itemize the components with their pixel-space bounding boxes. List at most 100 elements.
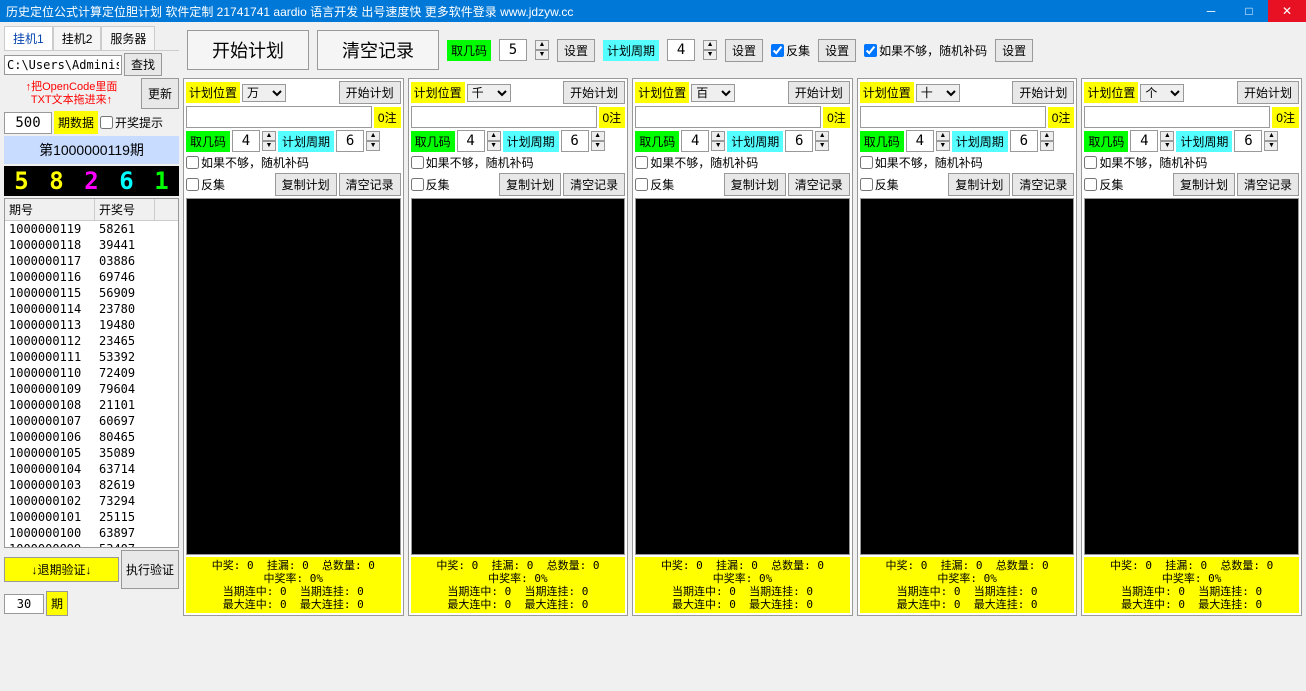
copy-plan-button[interactable]: 复制计划 bbox=[724, 173, 786, 196]
panel-randomfill-checkbox[interactable]: 如果不够，随机补码 bbox=[635, 154, 850, 171]
table-row[interactable]: 100000010125115 bbox=[5, 509, 178, 525]
copy-plan-button[interactable]: 复制计划 bbox=[948, 173, 1010, 196]
table-row[interactable]: 100000010979604 bbox=[5, 381, 178, 397]
table-row[interactable]: 100000010463714 bbox=[5, 461, 178, 477]
panel-input[interactable] bbox=[860, 106, 1046, 128]
panel-start-button[interactable]: 开始计划 bbox=[339, 81, 401, 104]
panel-log[interactable] bbox=[411, 198, 626, 555]
table-row[interactable]: 100000011839441 bbox=[5, 237, 178, 253]
spin-down[interactable]: ▼ bbox=[703, 50, 717, 60]
copy-plan-button[interactable]: 复制计划 bbox=[275, 173, 337, 196]
panel-quncode-input[interactable] bbox=[232, 130, 260, 152]
panel-quncode-input[interactable] bbox=[1130, 130, 1158, 152]
spin-up[interactable]: ▲ bbox=[535, 40, 549, 50]
panel-randomfill-checkbox[interactable]: 如果不够，随机补码 bbox=[186, 154, 401, 171]
panel-input[interactable] bbox=[186, 106, 372, 128]
panel-pp-input[interactable] bbox=[1234, 130, 1262, 152]
panel-clear-button[interactable]: 清空记录 bbox=[1012, 173, 1074, 196]
panel-pp-input[interactable] bbox=[336, 130, 364, 152]
panel-clear-button[interactable]: 清空记录 bbox=[339, 173, 401, 196]
tab-gj1[interactable]: 挂机1 bbox=[4, 26, 53, 50]
panel-pp-input[interactable] bbox=[561, 130, 589, 152]
clear-log-button[interactable]: 清空记录 bbox=[317, 30, 439, 70]
table-row[interactable]: 100000010382619 bbox=[5, 477, 178, 493]
panel-pp-input[interactable] bbox=[785, 130, 813, 152]
num30-input[interactable] bbox=[4, 594, 44, 614]
copy-plan-button[interactable]: 复制计划 bbox=[499, 173, 561, 196]
num500-input[interactable] bbox=[4, 112, 52, 134]
panel-input[interactable] bbox=[635, 106, 821, 128]
panel-clear-button[interactable]: 清空记录 bbox=[1237, 173, 1299, 196]
table-row[interactable]: 100000010535089 bbox=[5, 445, 178, 461]
table-row[interactable]: 100000011319480 bbox=[5, 317, 178, 333]
set-button-3[interactable]: 设置 bbox=[818, 39, 856, 62]
update-button[interactable]: 更新 bbox=[141, 78, 179, 109]
panel-clear-button[interactable]: 清空记录 bbox=[563, 173, 625, 196]
panel-quncode-input[interactable] bbox=[906, 130, 934, 152]
table-row[interactable]: 100000011556909 bbox=[5, 285, 178, 301]
panel-randomfill-checkbox[interactable]: 如果不够，随机补码 bbox=[860, 154, 1075, 171]
history-grid[interactable]: 期号 开奖号 100000011958261100000011839441100… bbox=[4, 198, 179, 548]
find-button[interactable]: 查找 bbox=[124, 53, 162, 76]
start-plan-button[interactable]: 开始计划 bbox=[187, 30, 309, 70]
panel-fanji-checkbox[interactable]: 反集 bbox=[411, 176, 450, 193]
panel-start-button[interactable]: 开始计划 bbox=[788, 81, 850, 104]
panel-clear-button[interactable]: 清空记录 bbox=[788, 173, 850, 196]
tab-server[interactable]: 服务器 bbox=[101, 26, 155, 50]
pos-select[interactable]: 千 bbox=[467, 84, 511, 102]
panel-input[interactable] bbox=[411, 106, 597, 128]
path-input[interactable] bbox=[4, 55, 122, 75]
panel-log[interactable] bbox=[860, 198, 1075, 555]
back-verify-button[interactable]: ↓退期验证↓ bbox=[4, 557, 119, 582]
table-row[interactable]: 100000010680465 bbox=[5, 429, 178, 445]
randomfill-checkbox[interactable]: 如果不够，随机补码 bbox=[864, 42, 987, 59]
table-row[interactable]: 100000010760697 bbox=[5, 413, 178, 429]
pos-select[interactable]: 个 bbox=[1140, 84, 1184, 102]
pos-select[interactable]: 百 bbox=[691, 84, 735, 102]
planperiod-input[interactable] bbox=[667, 39, 695, 61]
maximize-button[interactable]: □ bbox=[1230, 0, 1268, 22]
table-row[interactable]: 100000009953407 bbox=[5, 541, 178, 548]
spin-down[interactable]: ▼ bbox=[535, 50, 549, 60]
panel-fanji-checkbox[interactable]: 反集 bbox=[186, 176, 225, 193]
set-button-4[interactable]: 设置 bbox=[995, 39, 1033, 62]
pos-select[interactable]: 万 bbox=[242, 84, 286, 102]
table-row[interactable]: 100000011223465 bbox=[5, 333, 178, 349]
copy-plan-button[interactable]: 复制计划 bbox=[1173, 173, 1235, 196]
table-row[interactable]: 100000010063897 bbox=[5, 525, 178, 541]
fanji-checkbox[interactable]: 反集 bbox=[771, 42, 810, 59]
panel-quncode-input[interactable] bbox=[457, 130, 485, 152]
close-button[interactable]: ✕ bbox=[1268, 0, 1306, 22]
panel-log[interactable] bbox=[1084, 198, 1299, 555]
panel-start-button[interactable]: 开始计划 bbox=[1237, 81, 1299, 104]
table-row[interactable]: 100000011958261 bbox=[5, 221, 178, 237]
panel-randomfill-checkbox[interactable]: 如果不够，随机补码 bbox=[1084, 154, 1299, 171]
table-row[interactable]: 100000011153392 bbox=[5, 349, 178, 365]
panel-fanji-checkbox[interactable]: 反集 bbox=[860, 176, 899, 193]
set-button-2[interactable]: 设置 bbox=[725, 39, 763, 62]
panel-start-button[interactable]: 开始计划 bbox=[563, 81, 625, 104]
set-button-1[interactable]: 设置 bbox=[557, 39, 595, 62]
quncode-input[interactable] bbox=[499, 39, 527, 61]
panel-fanji-checkbox[interactable]: 反集 bbox=[635, 176, 674, 193]
panel-randomfill-checkbox[interactable]: 如果不够，随机补码 bbox=[411, 154, 626, 171]
table-row[interactable]: 100000010273294 bbox=[5, 493, 178, 509]
panel-log[interactable] bbox=[635, 198, 850, 555]
qi-button[interactable]: 期 bbox=[46, 591, 68, 616]
exec-verify-button[interactable]: 执行验证 bbox=[121, 550, 179, 589]
panel-log[interactable] bbox=[186, 198, 401, 555]
table-row[interactable]: 100000011072409 bbox=[5, 365, 178, 381]
panel-start-button[interactable]: 开始计划 bbox=[1012, 81, 1074, 104]
panel-pp-input[interactable] bbox=[1010, 130, 1038, 152]
tab-gj2[interactable]: 挂机2 bbox=[53, 26, 102, 50]
panel-input[interactable] bbox=[1084, 106, 1270, 128]
table-row[interactable]: 100000010821101 bbox=[5, 397, 178, 413]
opentip-checkbox[interactable]: 开奖提示 bbox=[100, 114, 163, 131]
spin-up[interactable]: ▲ bbox=[703, 40, 717, 50]
panel-quncode-input[interactable] bbox=[681, 130, 709, 152]
table-row[interactable]: 100000011703886 bbox=[5, 253, 178, 269]
panel-fanji-checkbox[interactable]: 反集 bbox=[1084, 176, 1123, 193]
table-row[interactable]: 100000011669746 bbox=[5, 269, 178, 285]
table-row[interactable]: 100000011423780 bbox=[5, 301, 178, 317]
minimize-button[interactable]: ─ bbox=[1192, 0, 1230, 22]
